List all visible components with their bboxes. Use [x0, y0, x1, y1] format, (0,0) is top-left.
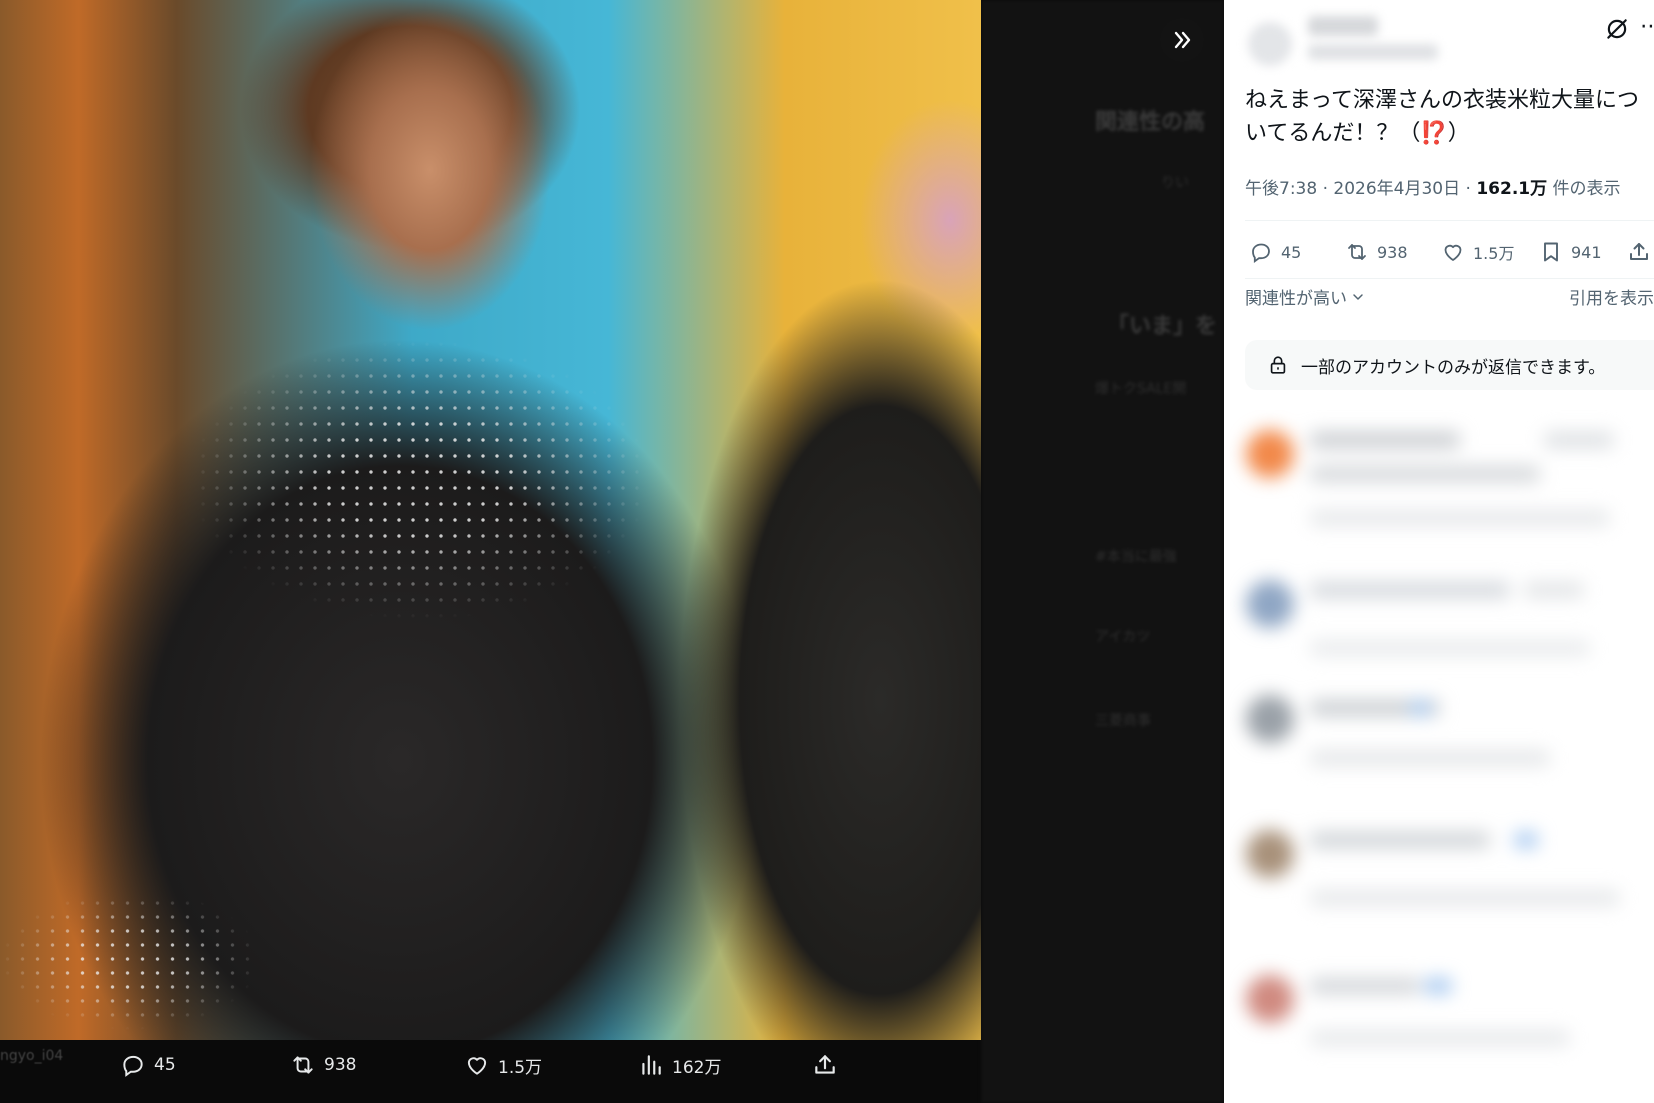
chevron-down-icon [1353, 293, 1363, 300]
reply-line [1424, 978, 1452, 994]
post-time[interactable]: 午後7:38 [1245, 179, 1317, 199]
lock-icon [1270, 356, 1286, 374]
reply-line [1310, 832, 1490, 848]
reply-line [1410, 700, 1430, 716]
reply-avatar[interactable] [1246, 975, 1294, 1023]
view-quotes-link[interactable]: 引用を表示 [1569, 284, 1654, 309]
media-reply-button[interactable]: 45 [120, 1052, 176, 1078]
media-repost-button[interactable]: 938 [290, 1052, 356, 1078]
bg-heading-now: 「いま」を [1107, 314, 1218, 339]
reply-count: 45 [1281, 242, 1302, 262]
reply-avatar[interactable] [1246, 830, 1294, 878]
bookmark-icon [1544, 242, 1558, 262]
reply-restriction-text: 一部のアカウントのみが返信できます。 [1301, 357, 1606, 378]
reply-line [1310, 466, 1540, 482]
media-like-button[interactable]: 1.5万 [464, 1052, 542, 1078]
reply-line [1310, 640, 1590, 656]
like-count: 1.5万 [1473, 244, 1515, 263]
post-date[interactable]: 2026年4月30日 [1333, 179, 1460, 199]
view-label: 件の表示 [1552, 179, 1621, 199]
repost-button[interactable]: 938 [1345, 240, 1408, 264]
meta-separator: · [1465, 179, 1471, 199]
bg-trend-2: アイカツ [1095, 629, 1151, 645]
reply-sort-label: 関連性が高い [1245, 289, 1347, 309]
share-icon [815, 1055, 835, 1074]
meta-separator: · [1322, 179, 1328, 199]
author-name[interactable] [1308, 16, 1378, 36]
heart-icon [467, 1057, 487, 1075]
bg-heading-related: 関連性の高 [1095, 110, 1206, 135]
reply-avatar[interactable] [1246, 580, 1294, 628]
reply-avatar[interactable] [1246, 430, 1294, 478]
view-count: 162.1万 [1476, 179, 1548, 199]
post-meta: 午後7:38 · 2026年4月30日 · 162.1万 件の表示 [1245, 174, 1621, 199]
reply-line [1524, 582, 1584, 598]
grok-icon[interactable] [1604, 16, 1630, 42]
reply-line [1310, 890, 1620, 906]
like-button[interactable]: 1.5万 [1441, 240, 1514, 264]
reply-icon [1252, 243, 1270, 263]
repost-count: 938 [1377, 242, 1408, 262]
bg-promo: 爆トクSALE開 [1095, 381, 1187, 397]
reply-icon [123, 1055, 143, 1077]
bg-user: りい [1161, 175, 1189, 191]
replies-blurred-content [1224, 410, 1654, 1103]
expand-panel-button[interactable] [1160, 18, 1204, 62]
reply-sort-dropdown[interactable]: 関連性が高い [1245, 284, 1366, 309]
media-like-count: 1.5万 [498, 1057, 543, 1078]
author-handle[interactable] [1308, 44, 1438, 60]
share-icon [1630, 243, 1648, 260]
reply-restriction-notice: 一部のアカウントのみが返信できます。 [1245, 340, 1654, 390]
media-share-button[interactable] [812, 1052, 838, 1078]
media-repost-count: 938 [324, 1055, 357, 1075]
views-chart-icon [642, 1055, 661, 1075]
bg-trend-1: #本当に最強 [1095, 549, 1177, 565]
repost-icon [293, 1056, 313, 1074]
reply-line [1310, 1030, 1570, 1046]
more-icon[interactable]: ⋯ [1640, 14, 1654, 39]
repost-icon [1348, 244, 1366, 260]
bookmark-count: 941 [1571, 242, 1602, 262]
post-photo[interactable] [0, 0, 981, 1040]
media-viewer: 関連性の高 りい 「いま」を 爆トクSALE開 #本当に最強 アイカツ 三菱商事… [0, 0, 1224, 1103]
bg-trend-3: 三菱商事 [1095, 713, 1151, 729]
media-views-count: 162万 [672, 1057, 722, 1078]
media-views-button[interactable]: 162万 [638, 1052, 721, 1078]
double-chevron-right-icon [1174, 31, 1191, 49]
reply-line [1310, 978, 1420, 994]
reply-line [1310, 432, 1460, 448]
reply-line [1310, 750, 1550, 766]
engagement-bar: 45 938 1.5万 941 [1245, 234, 1654, 274]
reply-line [1544, 432, 1614, 448]
divider [1245, 220, 1654, 221]
reply-avatar[interactable] [1246, 695, 1294, 743]
reply-button[interactable]: 45 [1249, 240, 1301, 264]
bookmark-button[interactable]: 941 [1539, 240, 1602, 264]
reply-line [1310, 582, 1510, 598]
replies-list [1224, 410, 1654, 1103]
reply-line [1514, 832, 1538, 848]
media-action-bar: 45 938 1.5万 162万 [0, 1040, 981, 1103]
heart-icon [1444, 244, 1462, 261]
replies-header: 関連性が高い 引用を表示 [1245, 284, 1654, 320]
photo-detail-lower [0, 0, 981, 1040]
post-text: ねえまって深澤さんの衣装米粒大量についてるんだ！？（⁉️） [1245, 88, 1640, 146]
media-reply-count: 45 [154, 1055, 176, 1075]
author-avatar[interactable] [1248, 22, 1292, 66]
background-feed: 関連性の高 りい 「いま」を 爆トクSALE開 #本当に最強 アイカツ 三菱商事 [981, 0, 1224, 1103]
share-button[interactable] [1627, 240, 1651, 264]
divider [1245, 278, 1654, 279]
reply-line [1310, 510, 1610, 526]
